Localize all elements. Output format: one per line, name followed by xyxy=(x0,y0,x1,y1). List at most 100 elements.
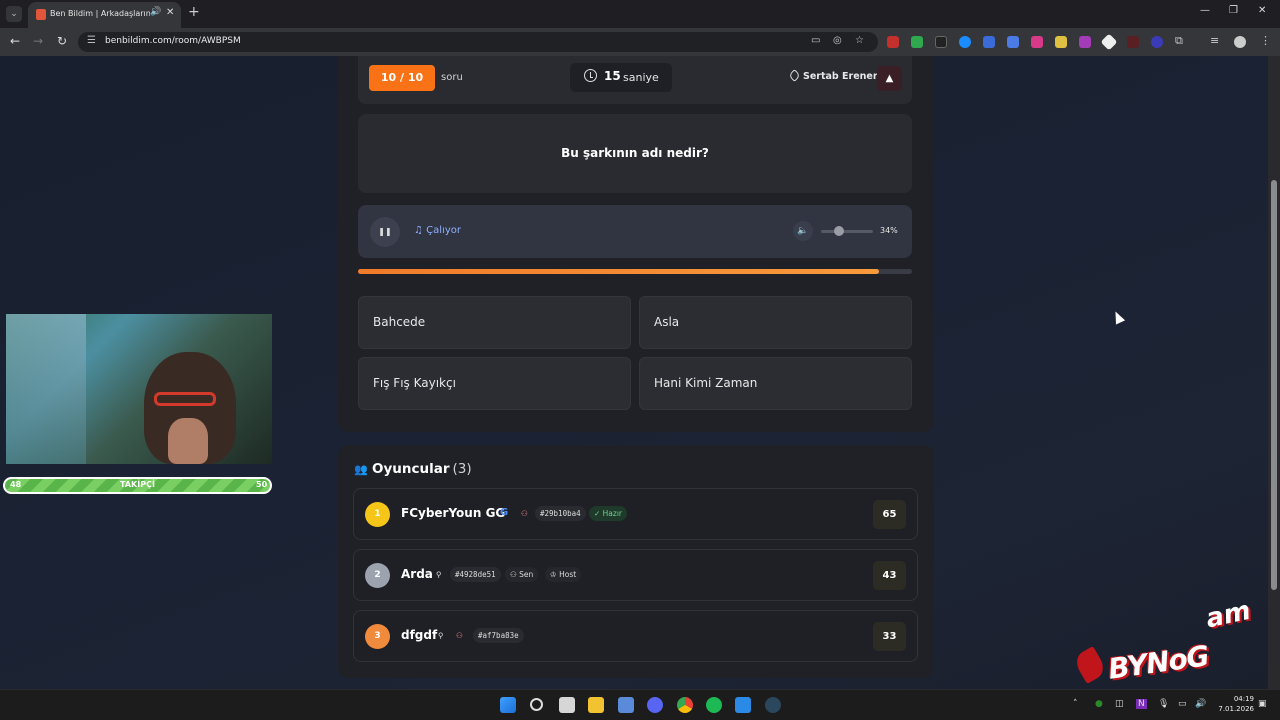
streamer-glasses xyxy=(154,392,216,406)
webcam-overlay xyxy=(6,314,272,464)
extensions-puzzle-icon[interactable]: ⧉ xyxy=(1175,34,1183,48)
user-guest-icon: ⚇ xyxy=(456,631,463,640)
clock-icon xyxy=(584,69,597,82)
follower-goal-bar: 48 TAKİPÇİ 50 xyxy=(3,477,272,494)
answer-option[interactable]: Asla xyxy=(639,296,912,349)
answer-option[interactable]: Fış Fış Kayıkçı xyxy=(358,357,631,410)
extension-icon[interactable] xyxy=(887,36,899,48)
answer-label: Hani Kimi Zaman xyxy=(654,376,758,390)
bookmark-star-icon[interactable]: ☆ xyxy=(855,35,864,46)
back-icon[interactable]: ← xyxy=(10,34,20,48)
pause-button[interactable]: ❚❚ xyxy=(370,217,400,247)
extension-shield-icon[interactable] xyxy=(911,36,923,48)
volume-slider[interactable] xyxy=(821,230,873,233)
windows-taskbar: ˄ ● ◫ N 🎙 ▭ 🔊 04:19 7.01.2026 ▣ xyxy=(0,689,1280,720)
player-name: FCyberYoun GG xyxy=(401,506,506,520)
player-name: dfgdf xyxy=(401,628,438,642)
player-row: 3 dfgdf ⚲ ⚇ #af7ba83e 33 xyxy=(353,610,918,662)
extension-icon[interactable] xyxy=(1100,33,1118,51)
report-button[interactable]: ▲ xyxy=(877,66,902,91)
menu-kebab-icon[interactable]: ⋮ xyxy=(1260,34,1271,47)
restore-icon[interactable]: ❐ xyxy=(1229,5,1238,16)
player-name: Arda xyxy=(401,567,433,581)
browser-tab-bar: ⌄ Ben Bildim | Arkadaşlarınla 🔊 ✕ + — ❐ … xyxy=(0,0,1280,28)
file-explorer-icon[interactable] xyxy=(588,697,604,713)
eye-off-icon[interactable]: ◎ xyxy=(833,35,842,46)
extension-icon[interactable] xyxy=(983,36,995,48)
close-window-icon[interactable]: ✕ xyxy=(1258,5,1266,16)
streamer-hand xyxy=(168,418,208,464)
player-row: 1 FCyberYoun GG G ⚇ #29b10ba4 ✓ Hazır 65 xyxy=(353,488,918,540)
player-score: 65 xyxy=(873,500,906,529)
host-badge: ♔ Host xyxy=(545,567,582,582)
extension-icon[interactable] xyxy=(935,36,947,48)
scrollbar-thumb[interactable] xyxy=(1271,180,1277,590)
site-favicon-icon xyxy=(36,9,46,20)
system-clock[interactable]: 04:19 7.01.2026 xyxy=(1218,694,1254,714)
follower-goal-current: 48 xyxy=(10,480,22,489)
channel-logo: BYNoG am xyxy=(1072,596,1278,686)
tray-app-icon[interactable]: ◫ xyxy=(1115,699,1124,709)
new-tab-icon[interactable]: + xyxy=(188,4,200,20)
rank-badge: 1 xyxy=(365,502,390,527)
logo-quill-icon xyxy=(1072,646,1108,684)
tray-overflow-icon[interactable]: ˄ xyxy=(1073,699,1078,709)
task-view-icon[interactable] xyxy=(559,697,575,713)
extension-icon[interactable] xyxy=(1031,36,1043,48)
follower-goal-label: TAKİPÇİ xyxy=(120,480,155,489)
extension-icon[interactable] xyxy=(1055,36,1067,48)
timer-unit: saniye xyxy=(623,71,659,84)
profile-avatar[interactable] xyxy=(1234,36,1246,48)
browser-tab[interactable]: Ben Bildim | Arkadaşlarınla 🔊 ✕ xyxy=(28,2,181,28)
discord-icon[interactable] xyxy=(647,697,663,713)
spotify-icon[interactable] xyxy=(706,697,722,713)
search-icon[interactable] xyxy=(530,698,543,711)
onenote-icon[interactable]: N xyxy=(1136,699,1147,709)
answer-option[interactable]: Hani Kimi Zaman xyxy=(639,357,912,410)
store-icon[interactable] xyxy=(618,697,634,713)
playback-status: ♫ Çalıyor xyxy=(414,225,461,236)
question-counter: 10 / 10 xyxy=(369,65,435,91)
person-icon: ⚇ xyxy=(510,570,520,579)
cast-icon[interactable]: ▭ xyxy=(811,35,820,46)
microphone-icon[interactable]: 🎙 xyxy=(1158,699,1169,709)
follower-goal-target: 50 xyxy=(256,480,268,489)
tab-search-icon[interactable]: ⌄ xyxy=(6,6,22,22)
translate-icon[interactable] xyxy=(1007,36,1019,48)
reload-icon[interactable]: ↻ xyxy=(57,34,67,48)
site-info-icon[interactable]: ☰ xyxy=(87,35,96,46)
you-badge: ⚇ Sen xyxy=(505,567,539,582)
notifications-icon[interactable]: ▣ xyxy=(1258,699,1267,709)
tray-app-icon[interactable]: ● xyxy=(1095,699,1103,709)
extension-icon[interactable] xyxy=(959,36,971,48)
network-icon[interactable]: ▭ xyxy=(1178,699,1187,709)
player-row: 2 Arda ⚲ #4928de51 ⚇ Sen ♔ Host 43 xyxy=(353,549,918,601)
tab-audio-icon[interactable]: 🔊 xyxy=(150,7,161,17)
volume-icon[interactable]: 🔈 xyxy=(793,221,813,241)
minimize-icon[interactable]: — xyxy=(1200,5,1210,16)
question-card: Bu şarkının adı nedir? xyxy=(358,114,912,193)
vscode-icon[interactable] xyxy=(735,697,751,713)
answer-label: Fış Fış Kayıkçı xyxy=(373,376,456,390)
start-icon[interactable] xyxy=(500,697,516,713)
question-counter-suffix: soru xyxy=(441,72,463,83)
address-bar[interactable]: ☰ benbildim.com/room/AWBPSM ▭ ◎ ☆ xyxy=(78,32,878,52)
google-icon: G xyxy=(500,507,509,518)
extension-icon[interactable] xyxy=(1079,36,1091,48)
chrome-icon[interactable] xyxy=(677,697,693,713)
player-score: 43 xyxy=(873,561,906,590)
forward-icon[interactable]: → xyxy=(33,34,43,48)
browser-toolbar: ← → ↻ ☰ benbildim.com/room/AWBPSM ▭ ◎ ☆ … xyxy=(0,28,1280,56)
tab-search-list-icon[interactable]: ≡ xyxy=(1210,34,1219,47)
steam-icon[interactable] xyxy=(765,697,781,713)
tab-close-icon[interactable]: ✕ xyxy=(166,7,174,18)
speaker-icon[interactable]: 🔊 xyxy=(1195,699,1206,709)
extension-icon[interactable] xyxy=(1127,36,1139,48)
user-icon: ⚲ xyxy=(438,631,444,640)
volume-slider-thumb[interactable] xyxy=(833,226,844,236)
crown-icon: ♔ xyxy=(550,570,560,579)
webcam-background xyxy=(6,314,86,464)
answer-option[interactable]: Bahcede xyxy=(358,296,631,349)
extension-icon[interactable] xyxy=(1151,36,1163,48)
category-tag-label: Sertab Erener xyxy=(803,71,878,82)
